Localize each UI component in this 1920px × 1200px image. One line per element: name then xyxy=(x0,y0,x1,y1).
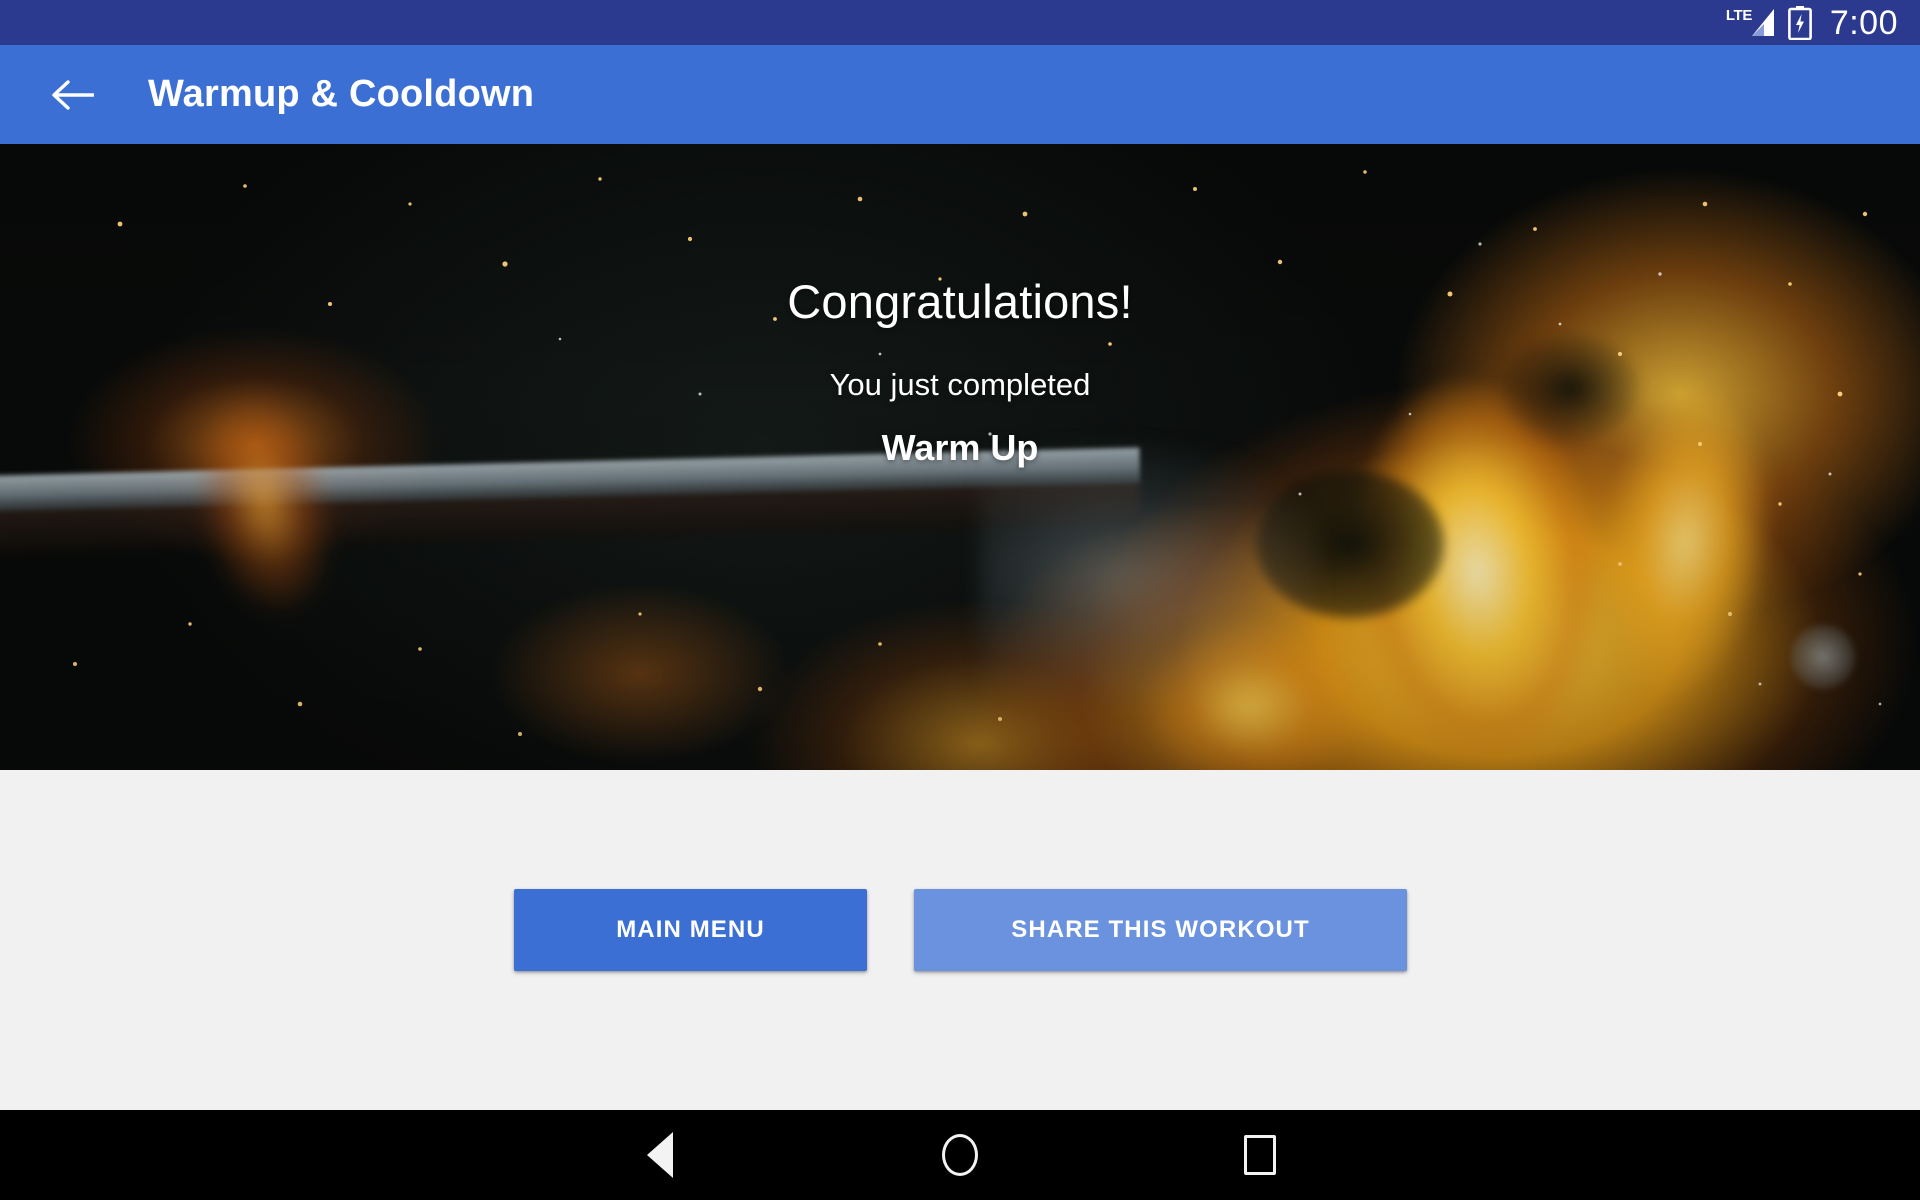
app-bar: Warmup & Cooldown xyxy=(0,45,1920,144)
arrow-back-icon xyxy=(52,79,94,110)
hero-overlay-shade xyxy=(0,144,1920,770)
share-workout-button[interactable]: SHARE THIS WORKOUT xyxy=(914,889,1407,971)
nav-home-button[interactable] xyxy=(810,1134,1110,1176)
back-button[interactable] xyxy=(42,65,102,125)
nav-recents-square-icon xyxy=(1244,1135,1276,1175)
main-menu-button[interactable]: MAIN MENU xyxy=(514,889,867,971)
status-bar-icons: LTE 7:00 xyxy=(1726,3,1898,42)
signal-bars-icon: LTE xyxy=(1726,7,1774,38)
nav-back-triangle-icon xyxy=(647,1132,673,1178)
nav-recents-button[interactable] xyxy=(1110,1135,1410,1175)
status-bar: LTE 7:00 xyxy=(0,0,1920,45)
hero-banner: Congratulations! You just completed Warm… xyxy=(0,144,1920,770)
app-screen: LTE 7:00 Warmup & Cooldown Congratulatio… xyxy=(0,0,1920,1200)
action-buttons-row: MAIN MENU SHARE THIS WORKOUT xyxy=(514,889,1407,971)
battery-charging-icon xyxy=(1787,5,1812,40)
android-navigation-bar xyxy=(0,1110,1920,1200)
nav-home-circle-icon xyxy=(942,1134,978,1176)
page-title: Warmup & Cooldown xyxy=(148,73,535,115)
signal-triangle-icon xyxy=(1751,8,1774,36)
content-area: MAIN MENU SHARE THIS WORKOUT xyxy=(0,770,1920,1110)
fire-embers-photo xyxy=(0,144,1920,770)
nav-back-button[interactable] xyxy=(510,1132,810,1178)
status-bar-clock: 7:00 xyxy=(1829,3,1898,42)
